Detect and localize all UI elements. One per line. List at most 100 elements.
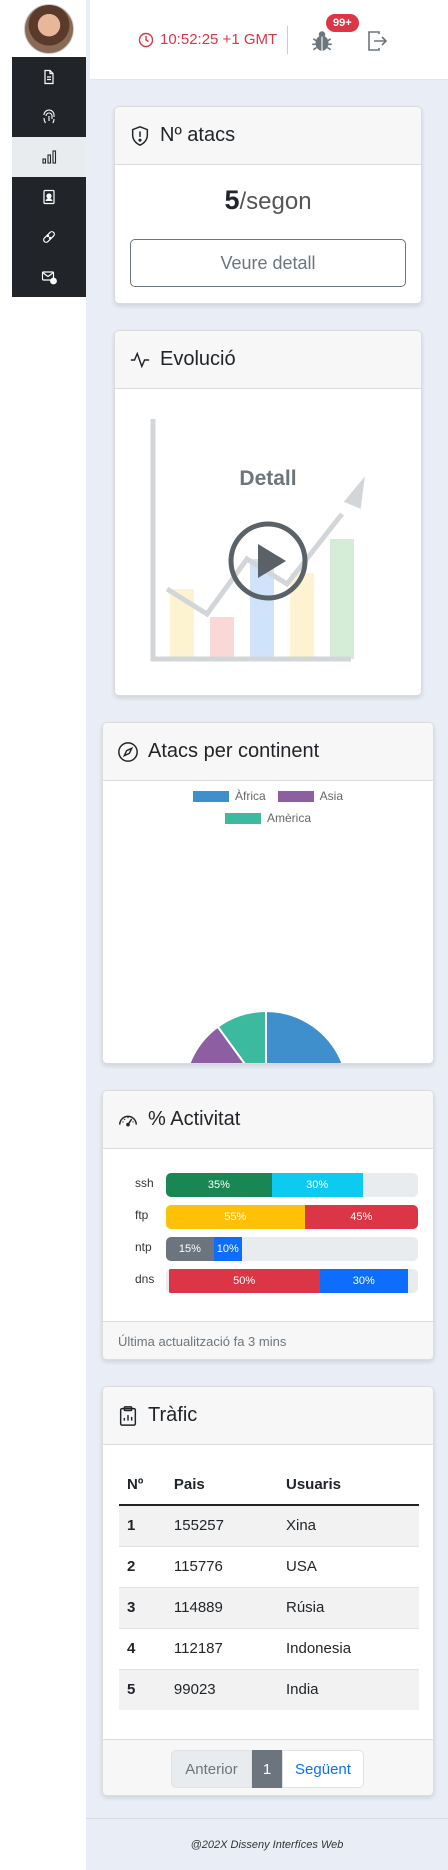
attack-rate: 5/segon: [115, 185, 421, 216]
evolution-thumbnail[interactable]: Detall: [115, 389, 421, 695]
traffic-card-header: Tràfic: [103, 1387, 433, 1445]
contact-card-icon: [43, 189, 55, 205]
sidebar-item-statistics[interactable]: [12, 137, 86, 177]
evolution-thumb-bar: [210, 617, 234, 659]
table-cell-number: 3: [119, 1586, 166, 1628]
attack-rate-value: 5: [224, 185, 240, 215]
evolution-overlay-label: Detall: [239, 467, 296, 490]
notification-badge: 99+: [326, 14, 359, 32]
bandage-icon: [43, 231, 55, 243]
activity-label: ftp: [135, 1208, 149, 1222]
table-cell: India: [277, 1668, 419, 1710]
table-cell: 114889: [165, 1586, 278, 1628]
clock-time: 10:52:25 +1 GMT: [160, 31, 278, 48]
attacks-card-header: Nº atacs: [115, 107, 421, 165]
progress-segment: 55%: [166, 1205, 305, 1229]
sidebar-item-contacts[interactable]: [12, 177, 86, 217]
progress-segment: 30%: [319, 1269, 408, 1293]
table-cell-number: 5: [119, 1668, 166, 1710]
activity-card-header: % Activitat: [103, 1091, 433, 1149]
clock: 10:52:25 +1 GMT: [138, 31, 277, 48]
attack-rate-unit: /segon: [239, 188, 312, 215]
column-header-users[interactable]: Usuaris: [277, 1465, 419, 1506]
table-cell: USA: [277, 1545, 419, 1587]
sidebar-item-fingerprint[interactable]: [12, 97, 86, 137]
continent-card: Atacs per continent Àfrica Asia Amèrica: [102, 722, 434, 1064]
activity-row-ssh: ssh 35% 30%: [103, 1173, 433, 1197]
pie-slice-àfrica[interactable]: [265, 1009, 348, 1063]
bar-chart-icon: [42, 150, 57, 164]
traffic-card: Tràfic Nº Pais Usuaris 1 155257 Xina 2 1…: [102, 1386, 434, 1796]
speedometer-icon: [119, 1115, 137, 1126]
topbar-divider: [287, 26, 288, 54]
table-row: 1 155257 Xina: [119, 1504, 419, 1546]
logout-icon[interactable]: [365, 29, 389, 53]
table-row: 4 112187 Indonesia: [119, 1627, 419, 1669]
shield-alert-icon: [131, 125, 149, 146]
progress-segment: 45%: [304, 1205, 418, 1229]
activity-card-title: % Activitat: [148, 1108, 241, 1130]
next-page-button[interactable]: Següent: [282, 1750, 364, 1788]
table-cell-number: 2: [119, 1545, 166, 1587]
evolution-thumb-bar: [330, 539, 354, 659]
sidebar-item-documents[interactable]: [12, 57, 86, 97]
envelope-alert-icon: [41, 271, 57, 285]
activity-last-update: Última actualització fa 3 mins: [103, 1321, 433, 1359]
evolution-trend-arrowhead: [343, 476, 365, 509]
avatar[interactable]: [24, 3, 74, 54]
document-icon: [44, 69, 54, 85]
table-cell: Indonesia: [277, 1627, 419, 1669]
evolution-card: Evolució Detall: [114, 330, 422, 696]
pagination: Anterior 1 Següent: [171, 1750, 364, 1788]
activity-card: % Activitat ssh 35% 30% ftp 55% 45% ntp …: [102, 1090, 434, 1360]
column-header-country-code[interactable]: Pais: [165, 1465, 278, 1506]
table-row: 5 99023 India: [119, 1668, 419, 1710]
table-cell: 115776: [165, 1545, 278, 1587]
progress-track: 55% 45%: [166, 1205, 418, 1229]
sidebar: [12, 0, 86, 1870]
table-cell-number: 4: [119, 1627, 166, 1669]
fingerprint-icon: [43, 109, 55, 124]
activity-label: dns: [135, 1272, 155, 1286]
activity-label: ssh: [135, 1176, 154, 1190]
sidebar-nav: [12, 57, 86, 297]
avatar-container: [12, 0, 86, 57]
activity-row-dns: dns 50% 30%: [103, 1269, 433, 1293]
topbar: 10:52:25 +1 GMT 99+: [90, 0, 448, 80]
activity-row-ftp: ftp 55% 45%: [103, 1205, 433, 1229]
previous-page-button[interactable]: Anterior: [171, 1750, 252, 1788]
progress-track: 35% 30%: [166, 1173, 418, 1197]
bug-icon[interactable]: [309, 28, 335, 54]
table-header-row: Nº Pais Usuaris: [119, 1465, 419, 1506]
table-cell-number: 1: [119, 1504, 166, 1546]
activity-row-ntp: ntp 15% 10%: [103, 1237, 433, 1261]
current-page-button[interactable]: 1: [252, 1750, 282, 1788]
activity-icon: [130, 351, 150, 368]
progress-segment: 15%: [166, 1237, 214, 1261]
table-cell: Rúsia: [277, 1586, 419, 1628]
evolution-card-title: Evolució: [160, 348, 236, 370]
page-footer: @202X Disseny Interfíces Web: [86, 1818, 448, 1870]
table-row: 3 114889 Rúsia: [119, 1586, 419, 1628]
evolution-card-header: Evolució: [115, 331, 421, 389]
attacks-card-title: Nº atacs: [160, 124, 236, 146]
traffic-table: Nº Pais Usuaris 1 155257 Xina 2 115776 U…: [119, 1465, 419, 1710]
column-header-number[interactable]: Nº: [119, 1465, 166, 1506]
table-cell: 155257: [165, 1504, 278, 1546]
activity-label: ntp: [135, 1240, 152, 1254]
sidebar-item-health[interactable]: [12, 217, 86, 257]
progress-segment: 35%: [166, 1173, 272, 1197]
sidebar-item-messages[interactable]: [12, 257, 86, 297]
pagination-bar: Anterior 1 Següent: [103, 1739, 433, 1795]
progress-track: 50% 30%: [166, 1269, 418, 1293]
progress-segment: 50%: [168, 1269, 320, 1293]
table-cell: 112187: [165, 1627, 278, 1669]
traffic-card-title: Tràfic: [148, 1404, 198, 1426]
continent-pie-chart: [188, 1009, 348, 1063]
progress-track: 15% 10%: [166, 1237, 418, 1261]
view-detail-button[interactable]: Veure detall: [130, 239, 406, 287]
progress-segment: 30%: [271, 1173, 363, 1197]
table-cell: Xina: [277, 1504, 419, 1546]
table-cell: 99023: [165, 1668, 278, 1710]
progress-segment: 10%: [213, 1237, 242, 1261]
